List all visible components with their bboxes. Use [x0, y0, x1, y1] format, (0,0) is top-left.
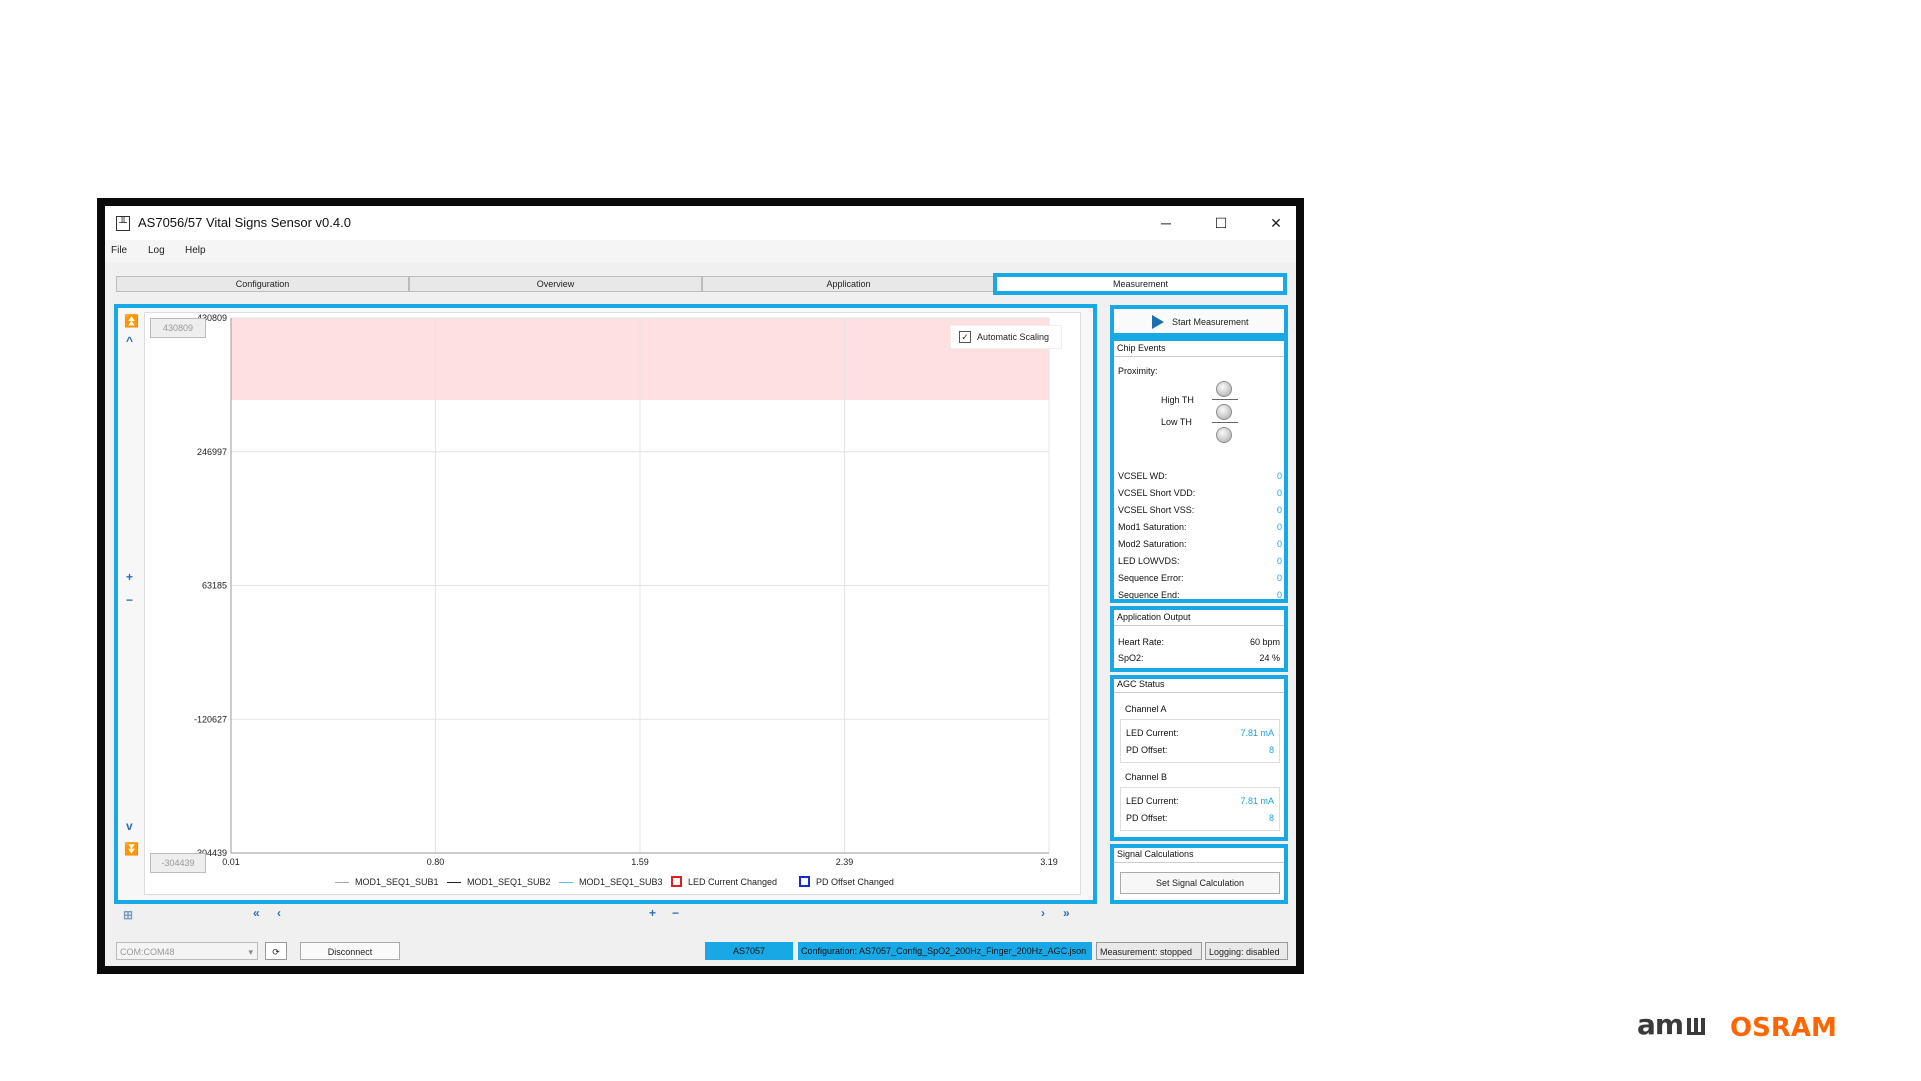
refresh-ports-button[interactable]: ⟳ — [265, 942, 287, 960]
svg-text:am: am — [1637, 1008, 1683, 1041]
maximize-button[interactable]: ☐ — [1210, 212, 1232, 234]
window-title: AS7056/57 Vital Signs Sensor v0.4.0 — [138, 215, 351, 230]
agc-status-highlight — [1110, 675, 1288, 841]
tab-overview[interactable]: Overview — [409, 276, 702, 292]
configuration-status: Configuration: AS7057_Config_SpO2_200Hz_… — [798, 942, 1092, 960]
application-output-highlight — [1110, 606, 1288, 672]
app-icon: ╨ — [116, 216, 130, 231]
menu-help[interactable]: Help — [185, 245, 206, 256]
zoom-in-horizontal-icon[interactable]: + — [649, 906, 656, 920]
start-highlight — [1110, 305, 1288, 337]
chevron-down-icon: ▾ — [248, 947, 253, 957]
measurement-status: Measurement: stopped — [1096, 942, 1202, 960]
signal-calculations-highlight — [1110, 844, 1288, 904]
chip-events-highlight — [1110, 337, 1288, 603]
title-bar: ╨ AS7056/57 Vital Signs Sensor v0.4.0 ─ … — [105, 206, 1296, 240]
menu-file[interactable]: File — [111, 245, 127, 256]
scroll-first-icon[interactable]: « — [253, 906, 260, 920]
com-port-value: COM:COM48 — [120, 947, 175, 957]
tab-application[interactable]: Application — [702, 276, 995, 292]
minimize-button[interactable]: ─ — [1155, 212, 1177, 234]
reset-view-icon[interactable]: ⊞ — [123, 908, 133, 922]
disconnect-button[interactable]: Disconnect — [300, 942, 400, 960]
status-bar: COM:COM48 ▾ ⟳ Disconnect AS7057 Configur… — [105, 932, 1296, 966]
close-button[interactable]: ✕ — [1265, 212, 1287, 234]
plot-highlight — [114, 304, 1097, 904]
device-badge: AS7057 — [705, 942, 793, 960]
scroll-prev-icon[interactable]: ‹ — [277, 906, 281, 920]
menu-bar: File Log Help — [105, 240, 1296, 262]
menu-log[interactable]: Log — [148, 245, 165, 256]
tab-bar: Configuration Overview Application Measu… — [116, 273, 1287, 295]
ams-logo-mark: am — [1637, 1008, 1705, 1041]
logging-status: Logging: disabled — [1205, 942, 1288, 960]
com-port-select[interactable]: COM:COM48 ▾ — [116, 942, 258, 960]
measurement-tab-highlight — [993, 273, 1287, 295]
tab-configuration[interactable]: Configuration — [116, 276, 409, 292]
zoom-out-horizontal-icon[interactable]: − — [672, 906, 679, 920]
app-window: ╨ AS7056/57 Vital Signs Sensor v0.4.0 ─ … — [105, 206, 1296, 966]
ams-logo: am — [1637, 1008, 1717, 1049]
refresh-icon: ⟳ — [272, 947, 280, 957]
scroll-next-icon[interactable]: › — [1041, 906, 1045, 920]
osram-logo: OSRAM — [1730, 1013, 1837, 1043]
scroll-last-icon[interactable]: » — [1063, 906, 1070, 920]
